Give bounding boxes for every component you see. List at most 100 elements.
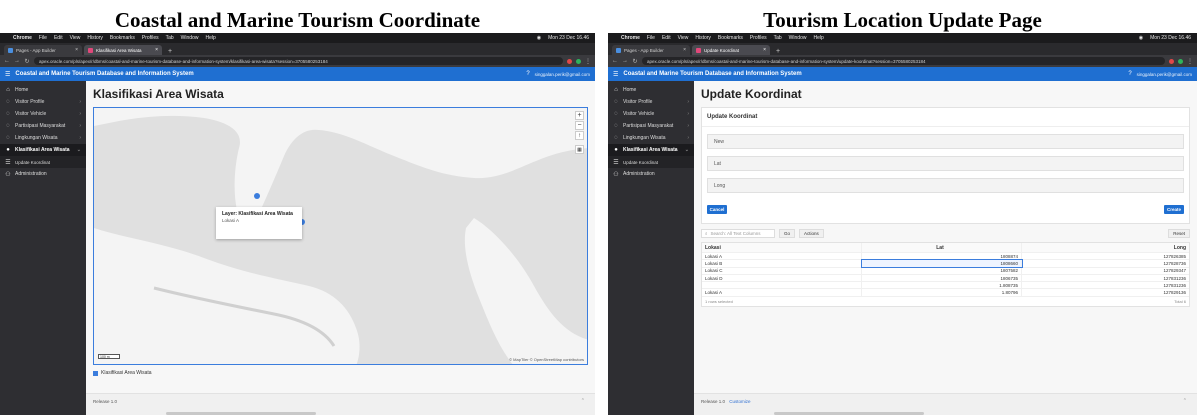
zoom-out-button[interactable]: − [575, 121, 584, 130]
column-header-lokasi[interactable]: Lokasi [702, 243, 862, 252]
map-region[interactable]: + − ↑ ▦ Layer: Klasifikasi Area Wisata L… [93, 107, 588, 365]
hamburger-icon[interactable]: ☰ [613, 71, 618, 78]
actions-button[interactable]: Actions [799, 229, 824, 238]
menu-tab[interactable]: Tab [774, 35, 782, 41]
sidebar-item-update-koordinat[interactable]: ☰ Update Koordinat [608, 156, 694, 168]
table-row[interactable]: 1.808735 127831236 [702, 282, 1189, 290]
menu-edit[interactable]: Edit [662, 35, 671, 41]
sidebar-item-partisipasi[interactable]: ◌ Partisipasi Masyarakat › [0, 120, 86, 132]
back-arrow-icon[interactable]: ← [612, 58, 618, 64]
sidebar-item-klasifikasi[interactable]: ● Klasifikasi Area Wisata ⌄ [0, 144, 86, 156]
customize-link[interactable]: Customize [729, 399, 750, 404]
menu-history[interactable]: History [695, 35, 711, 41]
column-header-long[interactable]: Long [1022, 243, 1189, 252]
menu-window[interactable]: Window [181, 35, 199, 41]
menu-file[interactable]: File [39, 35, 47, 41]
reload-icon[interactable]: ↻ [632, 58, 638, 65]
forward-arrow-icon[interactable]: → [14, 58, 20, 64]
close-icon[interactable]: × [763, 47, 766, 53]
new-tab-plus-icon[interactable]: + [164, 48, 176, 55]
menu-app[interactable]: Chrome [621, 35, 640, 41]
reset-button[interactable]: Reset [1168, 229, 1190, 238]
wifi-icon[interactable]: ◉ [537, 35, 541, 41]
sidebar-item-visitor-profile[interactable]: ◌ Visitor Profile › [608, 96, 694, 108]
reload-icon[interactable]: ↻ [24, 58, 30, 65]
app-title[interactable]: Coastal and Marine Tourism Database and … [15, 71, 193, 77]
user-menu[interactable]: singgalan.perik@gmail.com [535, 72, 590, 77]
menu-app[interactable]: Chrome [13, 35, 32, 41]
sidebar-item-visitor-vehicle[interactable]: ◌ Visitor Vehicle › [608, 108, 694, 120]
sidebar-item-administration[interactable]: ⚇ Administration [0, 168, 86, 180]
kebab-menu-icon[interactable]: ⋮ [585, 58, 591, 65]
menu-tab[interactable]: Tab [166, 35, 174, 41]
user-menu[interactable]: singgalan.perik@gmail.com [1137, 72, 1192, 77]
sidebar-item-visitor-vehicle[interactable]: ◌ Visitor Vehicle › [0, 108, 86, 120]
go-button[interactable]: Go [779, 229, 796, 238]
column-header-lat[interactable]: Lat [862, 243, 1022, 252]
sidebar-item-home[interactable]: ⌂ Home [0, 84, 86, 96]
hamburger-icon[interactable]: ☰ [5, 71, 10, 78]
tab-app-builder[interactable]: Pages - App Builder × [612, 45, 690, 55]
wifi-icon[interactable]: ◉ [1139, 35, 1143, 41]
table-row[interactable]: Lokasi D 1806735 127831236 [702, 274, 1189, 283]
menu-profiles[interactable]: Profiles [750, 35, 767, 41]
table-row[interactable]: Lokasi A 1.80796 127829136 [702, 289, 1189, 297]
help-icon[interactable]: ? [1128, 71, 1131, 77]
sidebar-item-update-koordinat[interactable]: ☰ Update Koordinat [0, 156, 86, 168]
menu-file[interactable]: File [647, 35, 655, 41]
sidebar-item-visitor-profile[interactable]: ◌ Visitor Profile › [0, 96, 86, 108]
menu-view[interactable]: View [70, 35, 81, 41]
app-title[interactable]: Coastal and Marine Tourism Database and … [623, 71, 801, 77]
menu-edit[interactable]: Edit [54, 35, 63, 41]
tab-klasifikasi[interactable]: Klasifikasi Area Wisata × [84, 45, 162, 55]
scroll-up-icon[interactable]: ⌃ [1183, 398, 1187, 404]
extension-icon[interactable] [576, 58, 581, 64]
long-field[interactable]: Long [707, 178, 1184, 193]
sidebar-item-home[interactable]: ⌂ Home [608, 84, 694, 96]
grid-search-input[interactable]: ⌕ Search: All Text Columns [701, 229, 775, 238]
extension-icon[interactable] [567, 58, 572, 64]
sidebar-item-lingkungan[interactable]: ◌ Lingkungan Wisata › [0, 132, 86, 144]
sidebar-item-partisipasi[interactable]: ◌ Partisipasi Masyarakat › [608, 120, 694, 132]
table-row[interactable]: Lokasi B 1808660 127828736 [702, 259, 1189, 268]
menu-bookmarks[interactable]: Bookmarks [718, 35, 743, 41]
sidebar-item-lingkungan[interactable]: ◌ Lingkungan Wisata › [608, 132, 694, 144]
back-arrow-icon[interactable]: ← [4, 58, 10, 64]
help-icon[interactable]: ? [526, 71, 529, 77]
zoom-in-button[interactable]: + [575, 111, 584, 120]
scroll-up-icon[interactable]: ⌃ [581, 398, 585, 404]
map-marker[interactable] [254, 193, 260, 199]
new-field[interactable]: New [707, 134, 1184, 149]
close-icon[interactable]: × [155, 47, 158, 53]
forward-arrow-icon[interactable]: → [622, 58, 628, 64]
url-input[interactable]: apex.oracle.com/pls/apex/r/dbms/coastal-… [34, 57, 563, 65]
kebab-menu-icon[interactable]: ⋮ [1187, 58, 1193, 65]
lat-field[interactable]: Lat [707, 156, 1184, 171]
cancel-button[interactable]: Cancel [707, 205, 727, 214]
tab-app-builder[interactable]: Pages - App Builder × [4, 45, 82, 55]
sidebar-item-administration[interactable]: ⚇ Administration [608, 168, 694, 180]
sidebar-item-klasifikasi[interactable]: ● Klasifikasi Area Wisata ⌄ [608, 144, 694, 156]
create-button[interactable]: Create [1164, 205, 1184, 214]
new-tab-plus-icon[interactable]: + [772, 48, 784, 55]
menu-bookmarks[interactable]: Bookmarks [110, 35, 135, 41]
map-attribution[interactable]: © MapTiler © OpenStreetMap contributors [509, 357, 584, 362]
table-row[interactable]: Lokasi C 1807582 127829347 [702, 267, 1189, 275]
menubar-clock[interactable]: Mon 23 Dec 16.46 [1150, 35, 1191, 41]
close-icon[interactable]: × [75, 47, 78, 53]
menu-window[interactable]: Window [789, 35, 807, 41]
layers-icon[interactable]: ▦ [575, 145, 584, 154]
table-row[interactable]: Lokasi A 1808874 127826385 [702, 253, 1189, 261]
menu-profiles[interactable]: Profiles [142, 35, 159, 41]
url-input[interactable]: apex.oracle.com/pls/apex/r/dbms/coastal-… [642, 57, 1165, 65]
menubar-clock[interactable]: Mon 23 Dec 16.46 [548, 35, 589, 41]
extension-icon[interactable] [1178, 58, 1183, 64]
tab-update-koordinat[interactable]: Update Koordinat × [692, 45, 770, 55]
compass-icon[interactable]: ↑ [575, 131, 584, 140]
menu-help[interactable]: Help [205, 35, 215, 41]
extension-icon[interactable] [1169, 58, 1174, 64]
menu-view[interactable]: View [678, 35, 689, 41]
map-canvas[interactable] [94, 108, 588, 365]
close-icon[interactable]: × [683, 47, 686, 53]
menu-help[interactable]: Help [813, 35, 823, 41]
